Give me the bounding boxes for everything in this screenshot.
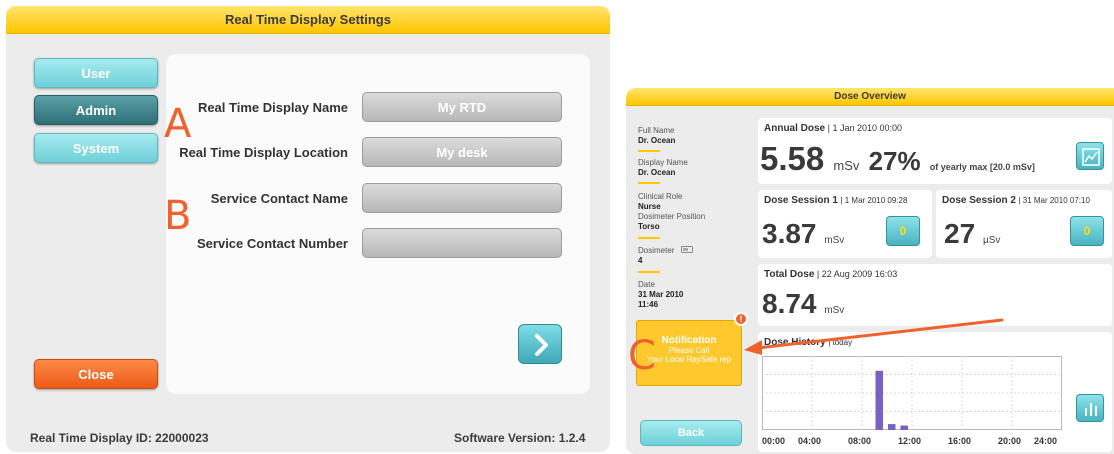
session-1-date: | 1 Mar 2010 09:28	[840, 196, 908, 205]
annual-dose-percent: 27%	[868, 146, 921, 176]
session-2-button[interactable]: 0	[1070, 216, 1104, 246]
display-name-value: Dr. Ocean	[638, 168, 676, 177]
user-tab-button[interactable]: User	[34, 58, 158, 88]
date-value: 31 Mar 2010	[638, 290, 684, 299]
divider	[638, 237, 660, 239]
clinical-role-info: Clinical Role Nurse Dosimeter Position T…	[638, 192, 705, 232]
session-1-title: Dose Session 1	[764, 195, 838, 206]
dosimeter-value: 4	[638, 256, 643, 265]
dosimeter-position-value: Torso	[638, 222, 660, 231]
rtd-location-label: Real Time Display Location	[179, 145, 348, 160]
x-tick-label: 24:00	[1034, 436, 1058, 446]
session-2-date: | 31 Mar 2010 07:10	[1018, 196, 1090, 205]
rtd-name-field[interactable]: My RTD	[362, 92, 562, 122]
rtd-id: Real Time Display ID: 22000023	[30, 431, 209, 445]
software-version: Software Version: 1.2.4	[454, 431, 586, 445]
annual-dose-date: | 1 Jan 2010 00:00	[827, 123, 903, 133]
service-contact-number-field[interactable]	[362, 228, 562, 258]
session-2-unit: µSv	[982, 235, 1001, 246]
divider	[638, 182, 660, 184]
back-button[interactable]: Back	[640, 420, 742, 446]
x-tick-label: 04:00	[798, 436, 822, 446]
settings-window: Real Time Display Settings User Admin Sy…	[6, 6, 610, 452]
divider	[638, 150, 660, 152]
total-dose-header: Total Dose | 22 Aug 2009 16:03	[764, 269, 897, 280]
display-name-label: Display Name	[638, 158, 688, 167]
dose-history-chart	[762, 356, 1062, 430]
history-chart-button[interactable]	[1076, 394, 1104, 422]
date-label: Date	[638, 280, 655, 289]
close-button[interactable]: Close	[34, 359, 158, 389]
annotation-arrow	[744, 318, 1004, 355]
dosimeter-info: Dosimeter 4	[638, 246, 693, 266]
annotation-b: B	[164, 193, 192, 239]
history-bar	[900, 425, 908, 430]
session-1-value: 3.87	[762, 218, 817, 249]
annual-dose-unit: mSv	[833, 158, 860, 173]
annotation-a: A	[164, 101, 192, 147]
full-name-info: Full Name Dr. Ocean	[638, 126, 675, 146]
next-button[interactable]	[518, 324, 562, 364]
dosimeter-label: Dosimeter	[638, 246, 675, 255]
total-dose-title: Total Dose	[764, 269, 815, 280]
date-info: Date 31 Mar 2010 11:46	[638, 280, 683, 310]
session-1-header: Dose Session 1 | 1 Mar 2010 09:28	[764, 195, 907, 206]
dose-session-1-card: Dose Session 1 | 1 Mar 2010 09:28 3.87 m…	[758, 190, 932, 258]
clinical-role-label: Clinical Role	[638, 192, 683, 201]
line-chart-icon	[1082, 148, 1100, 166]
session-2-header: Dose Session 2 | 31 Mar 2010 07:10	[942, 195, 1090, 206]
divider	[638, 271, 660, 273]
x-tick-label: 00:00	[762, 436, 786, 446]
session-1-reading: 3.87 mSv	[762, 218, 844, 250]
session-1-button[interactable]: 0	[886, 216, 920, 246]
annual-dose-of-max: of yearly max [20.0 mSv]	[929, 162, 1035, 172]
time-value: 11:46	[638, 300, 659, 309]
full-name-value: Dr. Ocean	[638, 136, 676, 145]
service-contact-name-field[interactable]	[362, 183, 562, 213]
session-2-value: 27	[944, 218, 976, 249]
annual-dose-card: Annual Dose | 1 Jan 2010 00:00 5.58 mSv …	[758, 118, 1112, 184]
history-bar	[875, 370, 883, 430]
annual-dose-value: 5.58	[760, 140, 825, 177]
x-tick-label: 12:00	[898, 436, 922, 446]
annotation-c: C	[628, 333, 656, 379]
screenshot: Real Time Display Settings User Admin Sy…	[0, 0, 1114, 454]
session-2-title: Dose Session 2	[942, 195, 1016, 206]
history-bar	[888, 424, 896, 430]
x-tick-label: 20:00	[998, 436, 1022, 446]
dose-overview-title: Dose Overview	[626, 88, 1114, 106]
dosimeter-position-label: Dosimeter Position	[638, 212, 706, 221]
system-tab-button[interactable]: System	[34, 133, 158, 163]
x-tick-label: 16:00	[948, 436, 972, 446]
settings-title: Real Time Display Settings	[6, 6, 610, 34]
annual-chart-button[interactable]	[1076, 142, 1104, 170]
rtd-location-field[interactable]: My desk	[362, 137, 562, 167]
annual-dose-reading: 5.58 mSv 27% of yearly max [20.0 mSv]	[760, 140, 1035, 178]
session-1-unit: mSv	[824, 235, 845, 246]
bar-chart-icon	[1085, 403, 1097, 416]
x-tick-label: 08:00	[848, 436, 872, 446]
annual-dose-header: Annual Dose | 1 Jan 2010 00:00	[764, 123, 902, 134]
display-name-info: Display Name Dr. Ocean	[638, 158, 688, 178]
chevron-right-icon	[535, 334, 548, 356]
admin-tab-button[interactable]: Admin	[34, 95, 158, 125]
total-dose-date: | 22 Aug 2009 16:03	[816, 269, 898, 279]
annual-dose-title: Annual Dose	[764, 123, 826, 134]
dose-overview-window: Dose Overview Full Name Dr. Ocean Displa…	[626, 88, 1114, 454]
clinical-role-value: Nurse	[638, 202, 661, 211]
dose-session-2-card: Dose Session 2 | 31 Mar 2010 07:10 27 µS…	[936, 190, 1112, 258]
session-2-reading: 27 µSv	[944, 218, 1000, 250]
dosimeter-icon	[680, 246, 693, 253]
full-name-label: Full Name	[638, 126, 675, 135]
